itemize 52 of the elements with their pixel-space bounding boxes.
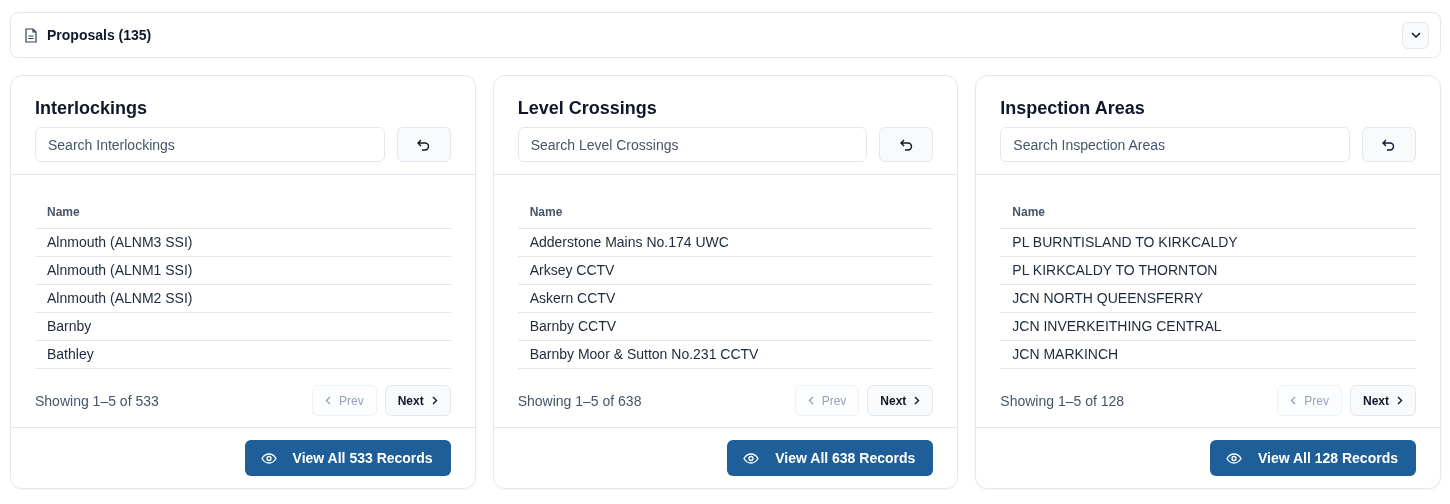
table-cell: Bathley [35, 341, 451, 369]
table-cell: Barnby [35, 313, 451, 341]
reset-button[interactable] [879, 127, 934, 162]
panel-title: Interlockings [35, 98, 149, 119]
chevron-right-icon [431, 396, 438, 405]
undo-icon [417, 138, 431, 151]
search-field[interactable]: Search Level Crossings [517, 127, 868, 162]
view-all-button[interactable]: View All 128 Records [1209, 440, 1416, 476]
view-all-button[interactable]: View All 638 Records [727, 440, 934, 476]
reset-button[interactable] [396, 127, 451, 162]
search-field[interactable]: Search Inspection Areas [1000, 127, 1350, 162]
table-cell: Barnby CCTV [517, 313, 934, 341]
chevron-left-icon [324, 396, 331, 405]
next-button[interactable]: Next [1349, 385, 1416, 416]
table-cell: PL KIRKCALDY TO THORNTON [1000, 257, 1416, 285]
undo-icon [899, 138, 913, 151]
table-cell: Alnmouth (ALNM3 SSI) [35, 229, 451, 257]
column-header: Name [1000, 205, 1416, 229]
table-cell: Barnby Moor & Sutton No.231 CCTV [517, 341, 934, 369]
view-all-button[interactable]: View All 533 Records [244, 440, 451, 476]
pagination-status: Showing 1–5 of 128 [1000, 392, 1125, 409]
undo-icon [1382, 138, 1396, 151]
eye-icon [743, 452, 760, 464]
table-cell: Adderstone Mains No.174 UWC [517, 229, 934, 257]
table-cell: JCN MARKINCH [1000, 341, 1416, 369]
reset-button[interactable] [1362, 127, 1416, 162]
next-button[interactable]: Next [384, 385, 451, 416]
expand-button[interactable] [1402, 21, 1429, 49]
table-cell: Askern CCTV [517, 285, 934, 313]
table-cell: JCN NORTH QUEENSFERRY [1000, 285, 1416, 313]
chevron-right-icon [914, 396, 921, 405]
pagination-status: Showing 1–5 of 638 [517, 392, 642, 409]
eye-icon [260, 452, 277, 464]
table-cell: Arksey CCTV [517, 257, 934, 285]
column-header: Name [517, 205, 934, 229]
pagination-status: Showing 1–5 of 533 [35, 392, 159, 409]
chevron-left-icon [1290, 396, 1297, 405]
document-icon [25, 27, 37, 43]
table-cell: PL BURNTISLAND TO KIRKCALDY [1000, 229, 1416, 257]
table-cell: JCN INVERKEITHING CENTRAL [1000, 313, 1416, 341]
search-field[interactable]: Search Interlockings [35, 127, 385, 162]
chevron-right-icon [1397, 396, 1403, 405]
next-button[interactable]: Next [867, 385, 934, 416]
chevron-left-icon [807, 396, 814, 405]
panel-title: Level Crossings [517, 98, 658, 119]
table-cell: Alnmouth (ALNM2 SSI) [35, 285, 451, 313]
panel-title: Inspection Areas [1000, 98, 1146, 119]
chevron-icon [1410, 32, 1421, 38]
column-header: Name [35, 205, 451, 229]
table-cell: Alnmouth (ALNM1 SSI) [35, 257, 451, 285]
section-title: Proposals (135) [47, 27, 153, 43]
eye-icon [1225, 452, 1242, 464]
